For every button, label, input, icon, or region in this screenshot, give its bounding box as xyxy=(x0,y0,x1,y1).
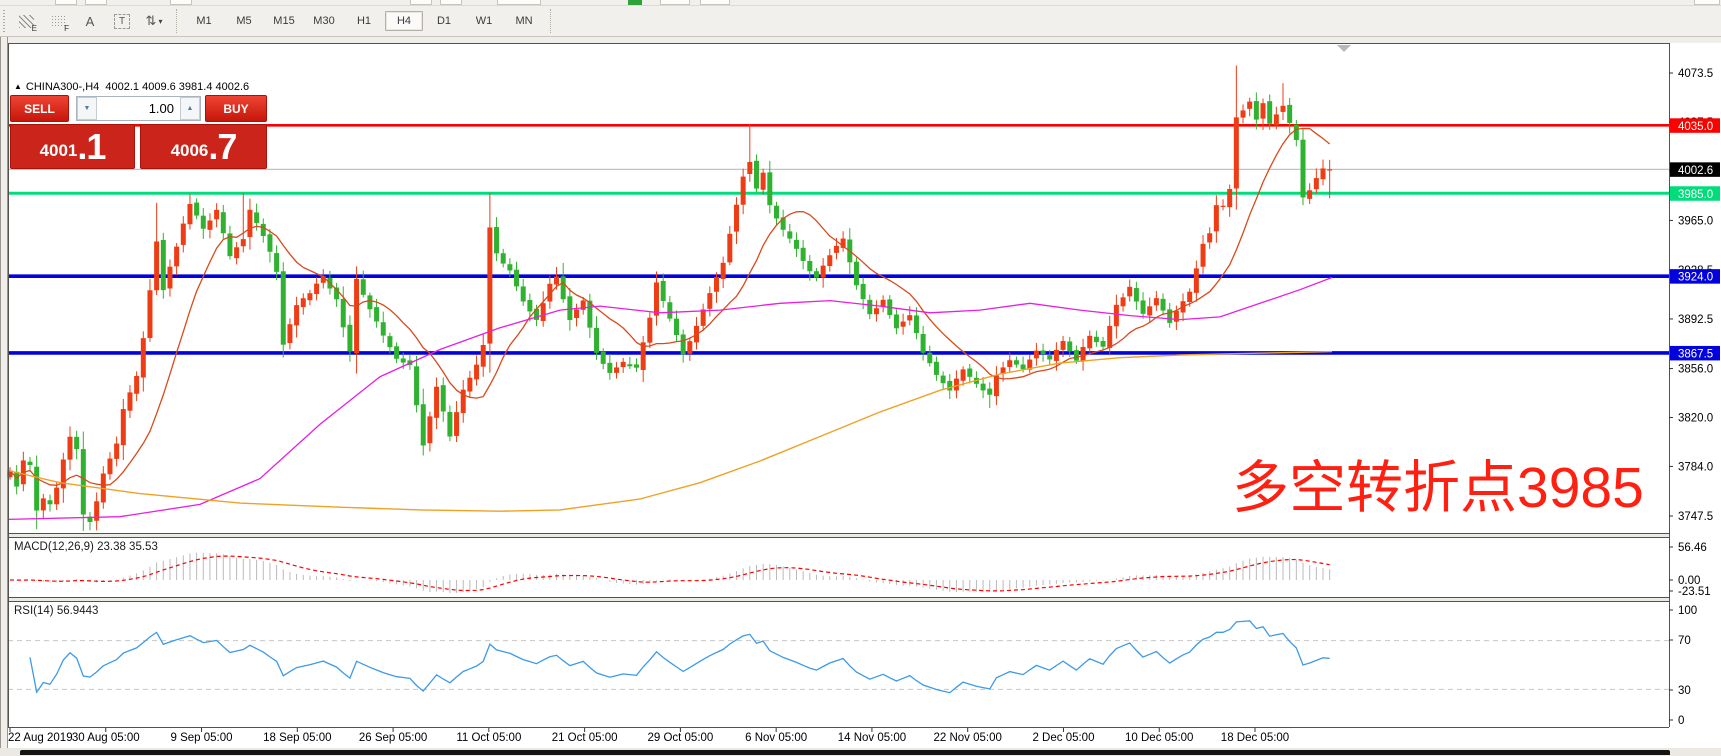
sliver-icon xyxy=(660,0,690,5)
price-tick-label: 3784.0 xyxy=(1678,461,1713,473)
rsi-axis-label: 0 xyxy=(1678,715,1684,727)
time-tick-label: 18 Sep 05:00 xyxy=(263,732,331,744)
indicator-grid-icon[interactable]: F xyxy=(45,9,71,33)
tf-button-M5[interactable]: M5 xyxy=(225,11,263,31)
time-tick-label: 22 Aug 2019 xyxy=(8,732,73,744)
sliver-green-icon xyxy=(628,0,642,5)
tf-button-D1[interactable]: D1 xyxy=(425,11,463,31)
macd-panel-label: MACD(12,26,9) 23.38 35.53 xyxy=(14,541,158,553)
arrange-order-icon[interactable]: ⇅ ▾ xyxy=(141,9,167,33)
text-label-icon[interactable]: A xyxy=(77,9,103,33)
time-tick-label: 2 Dec 05:00 xyxy=(1032,732,1094,744)
taskbar-edge xyxy=(20,750,1670,755)
icon-subscript: F xyxy=(64,24,69,33)
tf-button-M1[interactable]: M1 xyxy=(185,11,223,31)
sliver-icon xyxy=(497,0,541,5)
timeframe-group: M1M5M15M30H1H4D1W1MN xyxy=(184,11,544,31)
icon-subscript: E xyxy=(32,24,37,33)
price-badge-label: 3924.0 xyxy=(1678,272,1713,284)
volume-down-button[interactable]: ▼ xyxy=(77,97,97,120)
buy-price-pip: .7 xyxy=(208,130,236,164)
rsi-axis-label: 70 xyxy=(1678,635,1691,647)
tf-button-M15[interactable]: M15 xyxy=(265,11,303,31)
volume-up-button[interactable]: ▲ xyxy=(180,97,200,120)
price-badge-label: 3867.5 xyxy=(1678,348,1713,360)
tf-button-MN[interactable]: MN xyxy=(505,11,543,31)
trade-buttons-row: SELL ▼ 1.00 ▲ BUY xyxy=(10,95,267,122)
screen: E F A T ⇅ ▾ M1M5M15M30H1H4D1W1MN 4073.54… xyxy=(0,0,1721,756)
sliver-icon xyxy=(440,0,462,5)
chart-annotation-text: 多空转折点3985 xyxy=(1232,458,1644,518)
chevron-down-icon: ▾ xyxy=(158,17,162,26)
toolbar-separator xyxy=(176,9,178,33)
symbol-name: CHINA300-,H4 xyxy=(26,81,99,93)
price-tick-label: 3747.5 xyxy=(1678,511,1713,523)
price-tick-label: 3892.5 xyxy=(1678,314,1713,326)
macd-axis-label: -23.51 xyxy=(1678,586,1711,598)
bottom-strip xyxy=(0,748,1721,756)
toolbar-separator xyxy=(550,9,552,33)
arrows-glyph: ⇅ xyxy=(146,13,157,29)
symbol-ohlc: 4002.1 4009.6 3981.4 4002.6 xyxy=(105,81,249,93)
buy-price-main: 4006 xyxy=(171,138,209,164)
symbol-header[interactable]: ▲ CHINA300-,H4 4002.1 4009.6 3981.4 4002.… xyxy=(14,81,249,93)
sliver-icon xyxy=(55,0,77,5)
price-tick-label: 3965.0 xyxy=(1678,215,1713,227)
buy-button[interactable]: BUY xyxy=(205,95,267,122)
price-badge-label: 4002.6 xyxy=(1678,165,1713,177)
time-tick-label: 22 Nov 05:00 xyxy=(933,732,1001,744)
buy-price-box[interactable]: 4006.7 xyxy=(140,124,267,169)
sliver-icon xyxy=(700,0,730,5)
letter-a-glyph: A xyxy=(86,14,95,29)
main-toolbar: E F A T ⇅ ▾ M1M5M15M30H1H4D1W1MN xyxy=(0,6,1721,37)
dots-glyph xyxy=(51,15,65,27)
tf-button-W1[interactable]: W1 xyxy=(465,11,503,31)
letter-t-glyph: T xyxy=(114,14,130,29)
text-box-icon[interactable]: T xyxy=(109,9,135,33)
volume-stepper: ▼ 1.00 ▲ xyxy=(76,96,201,121)
draw-expert-icon[interactable]: E xyxy=(13,9,39,33)
time-tick-label: 10 Dec 05:00 xyxy=(1125,732,1193,744)
time-tick-label: 29 Oct 05:00 xyxy=(647,732,713,744)
price-badge-label: 3985.0 xyxy=(1678,189,1713,201)
chart-window: 4073.54037.54001.53965.03928.53892.53856… xyxy=(0,37,1721,749)
rsi-panel-label: RSI(14) 56.9443 xyxy=(14,605,98,617)
price-tick-label: 3820.0 xyxy=(1678,412,1713,424)
rsi-axis-label: 30 xyxy=(1678,685,1691,697)
sliver-icon xyxy=(410,0,432,5)
price-tick-label: 3856.0 xyxy=(1678,364,1713,376)
toolbar-drag-handle[interactable] xyxy=(2,10,6,32)
trade-prices-row: 4001.1 4006.7 xyxy=(10,124,267,169)
time-tick-label: 14 Nov 05:00 xyxy=(838,732,906,744)
time-tick-label: 11 Oct 05:00 xyxy=(456,732,521,744)
volume-value[interactable]: 1.00 xyxy=(97,97,180,120)
sell-price-main: 4001 xyxy=(40,138,78,164)
tf-button-H4[interactable]: H4 xyxy=(385,11,423,31)
time-tick-label: 9 Sep 05:00 xyxy=(171,732,233,744)
sliver-icon xyxy=(1694,0,1720,5)
sliver-icon xyxy=(170,0,192,5)
collapse-arrow-icon[interactable]: ▲ xyxy=(14,82,22,91)
time-tick-label: 18 Dec 05:00 xyxy=(1221,732,1289,744)
macd-axis-label: 56.46 xyxy=(1678,542,1707,554)
time-tick-label: 30 Aug 05:00 xyxy=(72,732,140,744)
tf-button-M30[interactable]: M30 xyxy=(305,11,343,31)
time-tick-label: 21 Oct 05:00 xyxy=(552,732,618,744)
sliver-icon xyxy=(85,0,107,5)
sell-price-box[interactable]: 4001.1 xyxy=(10,124,135,169)
time-tick-label: 26 Sep 05:00 xyxy=(359,732,427,744)
rsi-axis-label: 100 xyxy=(1678,605,1697,617)
sell-button[interactable]: SELL xyxy=(10,95,69,122)
tf-button-H1[interactable]: H1 xyxy=(345,11,383,31)
price-tick-label: 4073.5 xyxy=(1678,68,1713,80)
price-badge-label: 4035.0 xyxy=(1678,121,1713,133)
sell-price-pip: .1 xyxy=(77,130,105,164)
time-tick-label: 6 Nov 05:00 xyxy=(745,732,807,744)
